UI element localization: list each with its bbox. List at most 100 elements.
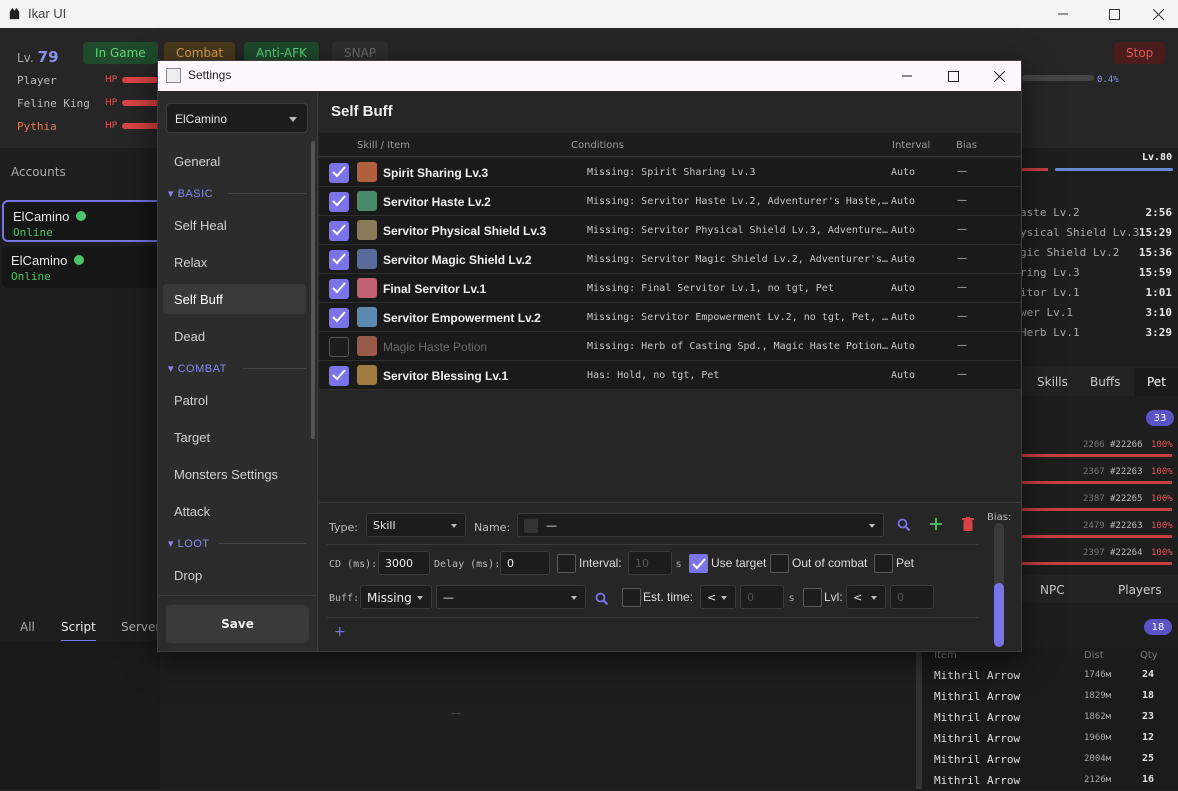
divider bbox=[327, 544, 979, 545]
est-op-select[interactable]: < bbox=[700, 585, 736, 609]
item-row[interactable]: Mithril Arrow 1829м 18 bbox=[922, 686, 1178, 707]
nav-scrollbar[interactable] bbox=[311, 141, 315, 439]
interval-checkbox[interactable] bbox=[557, 554, 576, 573]
dialog-close-button[interactable] bbox=[976, 61, 1022, 91]
save-button[interactable]: Save bbox=[166, 605, 309, 643]
item-row[interactable]: Mithril Arrow 2004м 25 bbox=[922, 749, 1178, 770]
target-row[interactable]: 2397 #22264 100% bbox=[1020, 548, 1178, 574]
est-time-input[interactable]: 0 bbox=[740, 585, 784, 609]
checkmark-icon bbox=[332, 311, 346, 323]
lvl-op-select[interactable]: < bbox=[846, 585, 886, 609]
nav-drop[interactable]: Drop bbox=[163, 560, 306, 590]
cd-label: CD (ms): bbox=[329, 559, 378, 570]
use-target-checkbox[interactable] bbox=[689, 554, 708, 573]
item-row[interactable]: Mithril Arrow 1862м 23 bbox=[922, 707, 1178, 728]
delay-input[interactable]: 0 bbox=[500, 551, 550, 575]
dialog-maximize-button[interactable] bbox=[930, 61, 976, 91]
enabled-checkbox[interactable] bbox=[329, 308, 349, 328]
nav-relax[interactable]: Relax bbox=[163, 247, 306, 277]
search-icon[interactable] bbox=[595, 592, 609, 606]
tab-npc[interactable]: NPC bbox=[1040, 583, 1065, 597]
tab-server[interactable]: Server bbox=[121, 620, 160, 634]
stop-button[interactable]: Stop bbox=[1114, 42, 1166, 64]
buff-row[interactable]: Final Servitor Lv.1 Missing: Final Servit… bbox=[319, 274, 1021, 303]
buff-row[interactable]: Servitor Physical Shield Lv.3 Missing: Se… bbox=[319, 216, 1021, 245]
nav-dead[interactable]: Dead bbox=[163, 321, 306, 351]
hp-bar bbox=[122, 100, 162, 106]
divider bbox=[218, 543, 306, 544]
gear-icon[interactable] bbox=[74, 255, 84, 265]
nav-attack[interactable]: Attack bbox=[163, 496, 306, 526]
maximize-button[interactable] bbox=[1091, 0, 1137, 28]
buff-row[interactable]: Spirit Sharing Lv.3 Missing: Spirit Shari… bbox=[319, 158, 1021, 187]
est-time-unit: s bbox=[789, 593, 795, 604]
interval-input[interactable]: 10 bbox=[628, 551, 672, 575]
lvl-label: Lvl: bbox=[824, 590, 843, 604]
tab-all[interactable]: All bbox=[20, 620, 35, 634]
buff-mode-select[interactable]: Missing bbox=[360, 585, 432, 609]
item-name: Mithril Arrow bbox=[934, 753, 1021, 766]
target-row[interactable]: 2266 #22266 100% bbox=[1020, 440, 1178, 466]
dialog-minimize-button[interactable] bbox=[884, 61, 930, 91]
buff-row[interactable]: Magic Haste Potion Missing: Herb of Casti… bbox=[319, 332, 1021, 361]
add-condition-button[interactable]: + bbox=[334, 624, 346, 640]
tab-players[interactable]: Players bbox=[1118, 583, 1162, 597]
buff-row[interactable]: Servitor Blessing Lv.1 Has: Hold, no tgt,… bbox=[319, 361, 1021, 390]
gear-icon[interactable] bbox=[76, 211, 86, 221]
tab-buffs[interactable]: Buffs bbox=[1090, 375, 1120, 389]
target-row[interactable]: 2387 #22265 100% bbox=[1020, 494, 1178, 520]
account-card-selected[interactable]: ElCamino Online bbox=[2, 200, 162, 242]
tab-script[interactable]: Script bbox=[61, 620, 96, 642]
target-row[interactable]: 2479 #22263 100% bbox=[1020, 521, 1178, 547]
search-icon[interactable] bbox=[897, 518, 911, 532]
enabled-checkbox[interactable] bbox=[329, 192, 349, 212]
item-row[interactable]: Mithril Arrow 1746м 24 bbox=[922, 665, 1178, 686]
account-select[interactable]: ElCamino bbox=[166, 103, 308, 133]
chevron-down-icon bbox=[869, 524, 875, 528]
buff-row[interactable]: Servitor Magic Shield Lv.2 Missing: Servi… bbox=[319, 245, 1021, 274]
enabled-checkbox[interactable] bbox=[329, 337, 349, 357]
buff-mode-value: Missing bbox=[367, 591, 412, 605]
est-time-value: 0 bbox=[747, 591, 754, 604]
lvl-checkbox[interactable] bbox=[803, 588, 822, 607]
enabled-checkbox[interactable] bbox=[329, 221, 349, 241]
tab-pet[interactable]: Pet bbox=[1147, 375, 1166, 389]
chevron-down-icon bbox=[451, 524, 457, 528]
enabled-checkbox[interactable] bbox=[329, 366, 349, 386]
enabled-checkbox[interactable] bbox=[329, 163, 349, 183]
nav-self-buff[interactable]: Self Buff bbox=[163, 284, 306, 314]
buff-row[interactable]: Servitor Haste Lv.2 Missing: Servitor Has… bbox=[319, 187, 1021, 216]
buff-select[interactable]: — bbox=[436, 585, 586, 609]
item-dist: 1746м bbox=[1084, 670, 1112, 680]
minimize-button[interactable] bbox=[1040, 0, 1086, 28]
nav-monsters-settings[interactable]: Monsters Settings bbox=[163, 459, 306, 489]
nav-general[interactable]: General bbox=[163, 146, 306, 176]
in-game-pill[interactable]: In Game bbox=[83, 42, 158, 64]
item-row[interactable]: Mithril Arrow 1960м 12 bbox=[922, 728, 1178, 749]
cd-input[interactable]: 3000 bbox=[378, 551, 430, 575]
buff-row[interactable]: Servitor Empowerment Lv.2 Missing: Servit… bbox=[319, 303, 1021, 332]
bias-slider[interactable] bbox=[994, 523, 1004, 647]
close-button[interactable] bbox=[1135, 0, 1178, 28]
nav-target[interactable]: Target bbox=[163, 422, 306, 452]
account-card[interactable]: ElCamino Online bbox=[2, 246, 162, 288]
add-icon[interactable] bbox=[930, 518, 942, 530]
items-scrollbar[interactable] bbox=[916, 648, 922, 789]
type-select[interactable]: Skill bbox=[366, 513, 466, 537]
tab-skills[interactable]: Skills bbox=[1037, 375, 1068, 389]
enabled-checkbox[interactable] bbox=[329, 279, 349, 299]
nav-self-heal[interactable]: Self Heal bbox=[163, 210, 306, 240]
nav-patrol[interactable]: Patrol bbox=[163, 385, 306, 415]
target-row[interactable]: 2367 #22263 100% bbox=[1020, 467, 1178, 493]
out-of-combat-checkbox[interactable] bbox=[770, 554, 789, 573]
name-select[interactable]: — bbox=[517, 513, 884, 537]
est-time-checkbox[interactable] bbox=[622, 588, 641, 607]
table-header: Skill / Item Conditions Interval Bias bbox=[319, 133, 1021, 157]
pet-checkbox[interactable] bbox=[874, 554, 893, 573]
est-time-label: Est. time: bbox=[643, 590, 694, 604]
lvl-input[interactable]: 0 bbox=[890, 585, 934, 609]
enabled-checkbox[interactable] bbox=[329, 250, 349, 270]
item-row[interactable]: Mithril Arrow 2126м 16 bbox=[922, 770, 1178, 791]
trash-icon[interactable] bbox=[962, 517, 974, 531]
buff-name: wer Lv.1 bbox=[1020, 306, 1073, 319]
